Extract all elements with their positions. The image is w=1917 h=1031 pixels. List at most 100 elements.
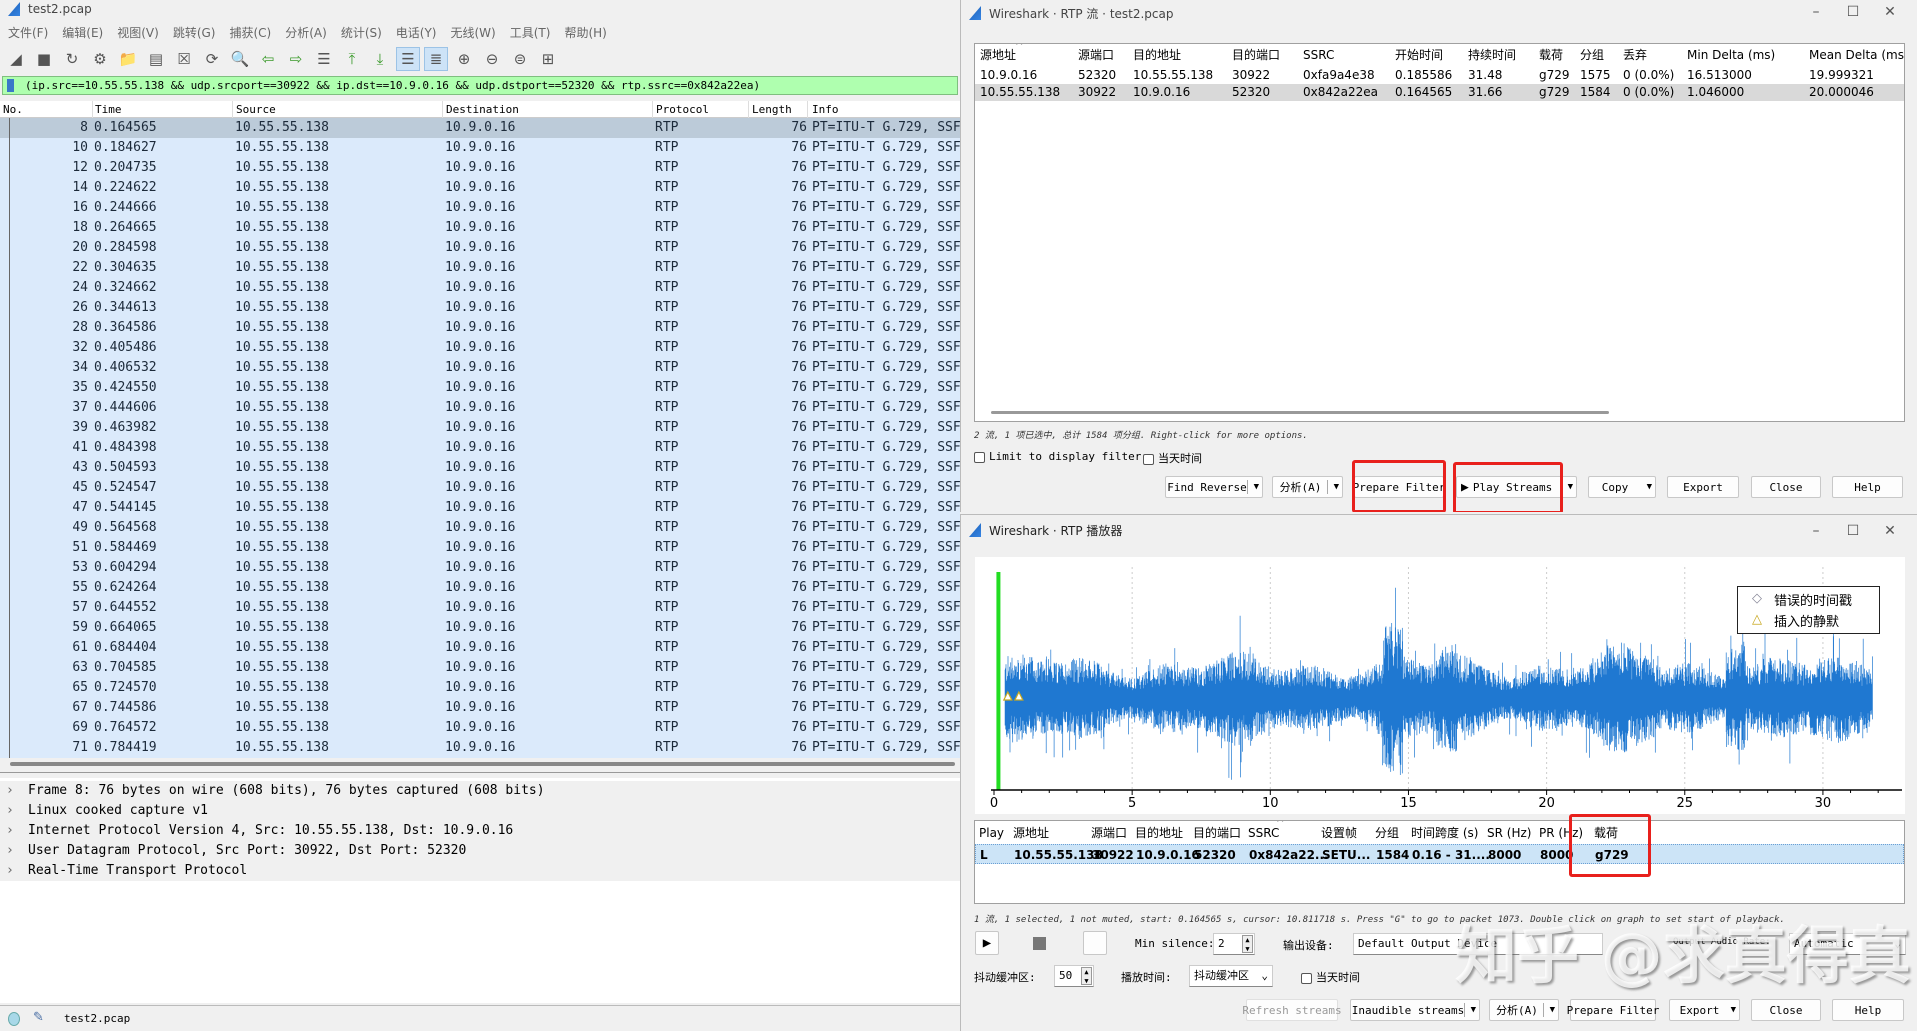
maximize-icon[interactable]: ☐ [1838, 523, 1868, 539]
packet-details[interactable]: › Frame 8: 76 bytes on wire (608 bits), 7… [0, 778, 960, 1003]
col-no[interactable]: No. [3, 103, 23, 116]
bookmark-icon[interactable] [7, 79, 14, 92]
column-header[interactable]: Mean Delta (ms) [1809, 45, 1904, 65]
packet-row[interactable]: 32 0.405486 10.55.55.138 10.9.0.16 RTP 76 PT=I… [0, 338, 960, 358]
stop-button[interactable] [1033, 937, 1046, 950]
detail-tree-item[interactable]: › Real-Time Transport Protocol [0, 861, 960, 881]
column-header[interactable]: Play [979, 823, 1004, 843]
packet-row[interactable]: 63 0.704585 10.55.55.138 10.9.0.16 RTP 76 PT=I… [0, 658, 960, 678]
analyze-button[interactable]: 分析(A) ▼ [1272, 476, 1343, 498]
packet-row[interactable]: 16 0.244666 10.55.55.138 10.9.0.16 RTP 76 PT=I… [0, 198, 960, 218]
pause-button[interactable] [1083, 931, 1107, 955]
normal-size-icon[interactable]: ⊜ [508, 47, 532, 71]
packet-row[interactable]: 57 0.644552 10.55.55.138 10.9.0.16 RTP 76 PT=I… [0, 598, 960, 618]
column-header[interactable]: 源地址 [1013, 823, 1049, 843]
expand-chevron-icon[interactable]: › [6, 801, 14, 821]
refresh-streams-button[interactable]: Refresh streams [1242, 999, 1342, 1021]
column-header[interactable]: SSRC [1303, 45, 1334, 65]
packet-row[interactable]: 8 0.164565 10.55.55.138 10.9.0.16 RTP 76 PT=IT… [0, 118, 960, 138]
go-first-icon[interactable]: ⤒ [340, 47, 364, 71]
close-icon[interactable]: ✕ [1875, 523, 1905, 539]
menu-item[interactable]: 跳转(G) [173, 24, 216, 41]
autoscroll-icon[interactable]: ☰ [396, 47, 420, 71]
detail-tree-item[interactable]: › Linux cooked capture v1 [0, 801, 960, 821]
packet-row[interactable]: 61 0.684404 10.55.55.138 10.9.0.16 RTP 76 PT=I… [0, 638, 960, 658]
playback-timing-select[interactable]: 抖动缓冲区 ⌄ [1189, 965, 1273, 987]
rtp-player-streams-table[interactable]: ^ Play 源地址 源端口 目的地址 目的端口 SSRC 设置帧 分组 时间跨度 (s) SR … [974, 820, 1905, 904]
column-header[interactable]: 源端口 [1078, 45, 1114, 65]
packet-row[interactable]: 35 0.424550 10.55.55.138 10.9.0.16 RTP 76 PT=I… [0, 378, 960, 398]
save-file-icon[interactable]: ▤ [144, 47, 168, 71]
packet-row[interactable]: 28 0.364586 10.55.55.138 10.9.0.16 RTP 76 PT=I… [0, 318, 960, 338]
go-last-icon[interactable]: ⤓ [368, 47, 392, 71]
packet-row[interactable]: 39 0.463982 10.55.55.138 10.9.0.16 RTP 76 PT=I… [0, 418, 960, 438]
column-header[interactable]: 设置帧 [1321, 823, 1357, 843]
menu-item[interactable]: 帮助(H) [564, 24, 606, 41]
menu-item[interactable]: 无线(W) [451, 24, 496, 41]
streams-hscrollbar[interactable] [991, 411, 1609, 414]
column-header[interactable]: 开始时间 [1395, 45, 1443, 65]
packet-row[interactable]: 41 0.484398 10.55.55.138 10.9.0.16 RTP 76 PT=I… [0, 438, 960, 458]
colorize-icon[interactable]: ≣ [424, 47, 448, 71]
column-header[interactable]: 时间跨度 (s) [1411, 823, 1478, 843]
zoom-in-icon[interactable]: ⊕ [452, 47, 476, 71]
player-help-button[interactable]: Help [1832, 999, 1904, 1021]
packet-row[interactable]: 47 0.544145 10.55.55.138 10.9.0.16 RTP 76 PT=I… [0, 498, 960, 518]
col-protocol[interactable]: Protocol [656, 103, 709, 116]
packet-row[interactable]: 45 0.524547 10.55.55.138 10.9.0.16 RTP 76 PT=I… [0, 478, 960, 498]
column-header[interactable]: SR (Hz) [1487, 823, 1531, 843]
player-stream-row[interactable]: L 10.55.55.138 30922 10.9.0.16 52320 0x842a22… [975, 844, 1904, 864]
player-prepare-filter-button[interactable]: Prepare Filter [1567, 999, 1659, 1021]
player-analyze-button[interactable]: 分析(A) ▼ [1489, 999, 1559, 1021]
detail-tree-item[interactable]: › Frame 8: 76 bytes on wire (608 bits), 7… [0, 781, 960, 801]
restart-capture-icon[interactable]: ↻ [60, 47, 84, 71]
packet-row[interactable]: 14 0.224622 10.55.55.138 10.9.0.16 RTP 76 PT=I… [0, 178, 960, 198]
help-button[interactable]: Help [1832, 476, 1903, 498]
pane-splitter[interactable] [0, 772, 960, 773]
column-header[interactable]: 丢弃 [1623, 45, 1647, 65]
expert-info-icon[interactable] [8, 1012, 20, 1026]
zoom-out-icon[interactable]: ⊖ [480, 47, 504, 71]
output-device-select[interactable]: Default Output Device [1353, 933, 1603, 955]
packet-row[interactable]: 71 0.784419 10.55.55.138 10.9.0.16 RTP 76 PT=I… [0, 738, 960, 758]
capture-comment-icon[interactable]: ✎ [33, 1010, 44, 1025]
packet-row[interactable]: 43 0.504593 10.55.55.138 10.9.0.16 RTP 76 PT=I… [0, 458, 960, 478]
col-info[interactable]: Info [812, 103, 839, 116]
expand-chevron-icon[interactable]: › [6, 821, 14, 841]
column-header[interactable]: 持续时间 [1468, 45, 1516, 65]
column-header[interactable]: 目的端口 [1193, 823, 1241, 843]
open-file-icon[interactable]: 📁 [116, 47, 140, 71]
close-icon[interactable]: ✕ [1875, 4, 1905, 20]
col-time[interactable]: Time [95, 103, 122, 116]
player-time-of-day-checkbox[interactable]: 当天时间 [1301, 969, 1360, 985]
packet-row[interactable]: 18 0.264665 10.55.55.138 10.9.0.16 RTP 76 PT=I… [0, 218, 960, 238]
close-button[interactable]: Close [1751, 476, 1821, 498]
packet-list-hscrollbar[interactable] [10, 762, 955, 766]
menu-item[interactable]: 分析(A) [285, 24, 327, 41]
capture-options-icon[interactable]: ⚙ [88, 47, 112, 71]
column-header[interactable]: 目的地址 [1135, 823, 1183, 843]
expand-chevron-icon[interactable]: › [6, 841, 14, 861]
maximize-icon[interactable]: ☐ [1838, 4, 1868, 20]
packet-row[interactable]: 49 0.564568 10.55.55.138 10.9.0.16 RTP 76 PT=I… [0, 518, 960, 538]
column-header[interactable]: Min Delta (ms) [1687, 45, 1775, 65]
column-header[interactable]: 分组 [1580, 45, 1604, 65]
output-rate-select[interactable]: Automatic ⌄ [1789, 933, 1906, 955]
detail-tree-item[interactable]: › User Datagram Protocol, Src Port: 30922… [0, 841, 960, 861]
menu-item[interactable]: 编辑(E) [62, 24, 103, 41]
play-button[interactable]: ▶ [975, 931, 999, 955]
close-file-icon[interactable]: ☒ [172, 47, 196, 71]
jitter-buffer-spinbox[interactable]: 50 ▲ ▼ [1054, 965, 1094, 987]
column-header[interactable]: 分组 [1375, 823, 1399, 843]
packet-row[interactable]: 59 0.664065 10.55.55.138 10.9.0.16 RTP 76 PT=I… [0, 618, 960, 638]
packet-row[interactable]: 67 0.744586 10.55.55.138 10.9.0.16 RTP 76 PT=I… [0, 698, 960, 718]
limit-display-filter-checkbox[interactable]: Limit to display filter [974, 450, 1141, 463]
column-header[interactable]: 载荷 [1539, 45, 1563, 65]
minimize-icon[interactable]: – [1801, 4, 1831, 20]
go-forward-icon[interactable]: ⇨ [284, 47, 308, 71]
stop-capture-icon[interactable]: ■ [32, 47, 56, 71]
menu-item[interactable]: 电话(Y) [396, 24, 437, 41]
find-packet-icon[interactable]: 🔍 [228, 47, 252, 71]
find-reverse-button[interactable]: Find Reverse ▼ [1165, 476, 1263, 498]
time-of-day-checkbox[interactable]: 当天时间 [1143, 450, 1202, 466]
